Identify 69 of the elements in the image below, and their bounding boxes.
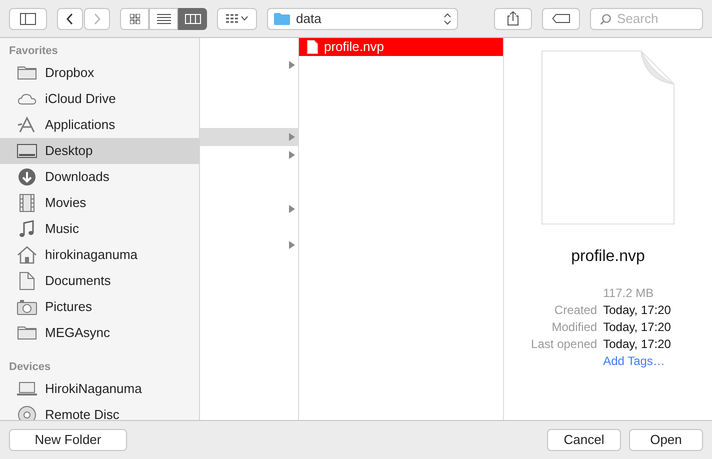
- chevron-left-icon: [66, 12, 74, 24]
- cancel-button[interactable]: Cancel: [547, 429, 621, 451]
- sidebar-item[interactable]: HirokiNaganuma: [0, 376, 199, 402]
- sidebar-item[interactable]: Movies: [0, 190, 199, 216]
- section-heading: Devices: [8, 360, 52, 374]
- detail-label: Created: [553, 302, 598, 319]
- apps-icon: [17, 116, 37, 134]
- detail-value: Today, 17:20: [603, 336, 672, 353]
- tag-icon: [552, 14, 570, 23]
- desktop-icon: [17, 142, 37, 160]
- back-button[interactable]: [57, 8, 83, 30]
- view-mode-button[interactable]: [149, 8, 178, 30]
- sidebar-item[interactable]: Applications: [0, 112, 199, 138]
- disclosure-triangle-icon: [289, 61, 295, 69]
- sidebar-item[interactable]: Remote Disc: [0, 402, 199, 420]
- sidebar-item[interactable]: hirokinaganuma: [0, 242, 199, 268]
- sidebar-item[interactable]: Downloads: [0, 164, 199, 190]
- new-folder-button[interactable]: New Folder: [9, 429, 127, 451]
- laptop-icon: [17, 380, 37, 398]
- house-icon: [17, 246, 37, 264]
- sidebar-item[interactable]: Documents: [0, 268, 199, 294]
- share-icon: [507, 11, 519, 26]
- detail-value: Today, 17:20: [603, 302, 672, 319]
- open-button[interactable]: Open: [629, 429, 703, 451]
- detail-label: Modified: [550, 319, 598, 336]
- disclosure-triangle-icon: [289, 151, 295, 159]
- section-heading: Favorites: [8, 44, 59, 58]
- grid-icon: [226, 14, 238, 23]
- camera-icon: [17, 298, 37, 316]
- search-field[interactable]: Search: [590, 8, 703, 30]
- document-icon: [17, 272, 37, 290]
- detail-label: Last opened: [530, 336, 598, 353]
- chevron-right-icon: [93, 12, 101, 24]
- view-mode-button[interactable]: [178, 8, 207, 30]
- file-size: 117.2 MB: [603, 285, 655, 302]
- disclosure-triangle-icon: [289, 241, 295, 249]
- arrange-button[interactable]: [217, 8, 257, 30]
- columns-icon: [184, 14, 200, 24]
- search-icon: [600, 14, 611, 24]
- file-name: profile.nvp: [571, 247, 645, 267]
- folder-icon: [17, 64, 37, 82]
- folder-icon: [17, 324, 37, 342]
- sidebar-item[interactable]: Music: [0, 216, 199, 242]
- list-icon: [156, 14, 170, 24]
- music-note-icon: [17, 220, 37, 238]
- share-button[interactable]: [494, 8, 532, 30]
- disclosure-triangle-icon: [289, 133, 295, 141]
- film-icon: [17, 194, 37, 212]
- document-preview-icon: [541, 50, 675, 225]
- path-popup[interactable]: data: [267, 8, 458, 30]
- download-icon: [17, 168, 37, 186]
- chevron-down-icon: [241, 16, 248, 21]
- sidebar-item[interactable]: Dropbox: [0, 60, 199, 86]
- sidebar-item[interactable]: iCloud Drive: [0, 86, 199, 112]
- sidebar-item[interactable]: Desktop: [0, 138, 199, 164]
- updown-chevron-icon: [444, 12, 451, 24]
- add-tags-link[interactable]: Add Tags…: [603, 354, 665, 368]
- sidebar-item[interactable]: MEGAsync: [0, 320, 199, 346]
- sidebar-toggle-button[interactable]: [9, 8, 47, 30]
- detail-value: Today, 17:20: [603, 319, 672, 336]
- sidebar-icon: [20, 12, 36, 24]
- sidebar-item[interactable]: Pictures: [0, 294, 199, 320]
- tag-button[interactable]: [542, 8, 580, 30]
- disclosure-triangle-icon: [289, 205, 295, 213]
- grid-icon: [130, 14, 140, 24]
- document-icon: [307, 40, 318, 54]
- file-row[interactable]: profile.nvp: [299, 38, 503, 56]
- folder-icon: [274, 12, 290, 25]
- view-mode-button[interactable]: [120, 8, 149, 30]
